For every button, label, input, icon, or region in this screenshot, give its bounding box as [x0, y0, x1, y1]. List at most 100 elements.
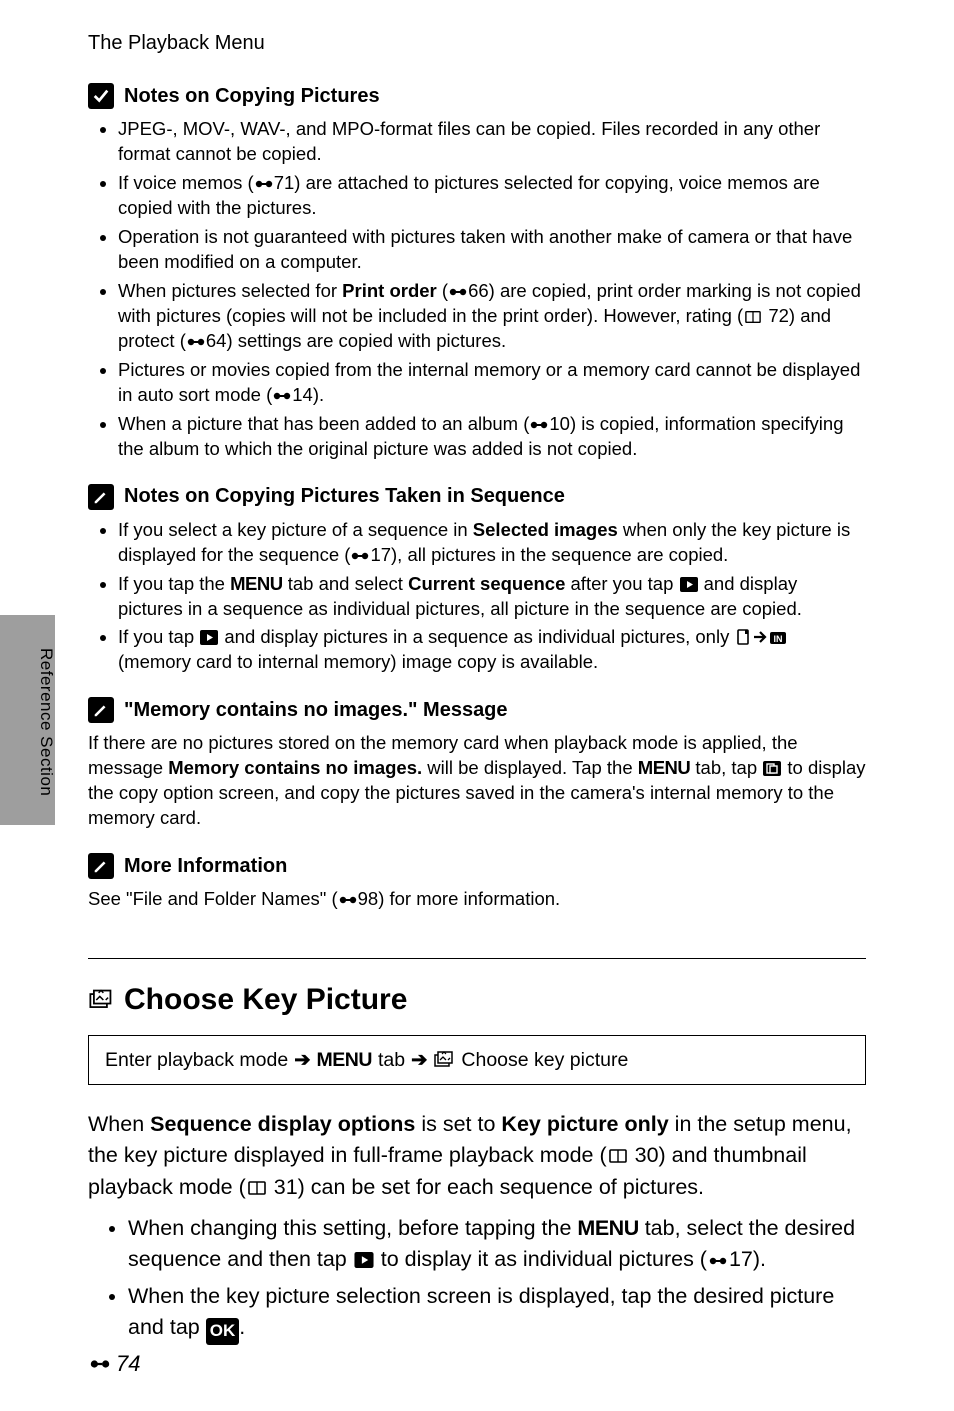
text: . — [239, 1315, 245, 1339]
bold-text: Current sequence — [408, 573, 565, 594]
list-item: JPEG-, MOV-, WAV-, and MPO-format files … — [118, 117, 866, 167]
book-icon — [246, 1179, 268, 1197]
section-title-no-images: "Memory contains no images." Message — [88, 697, 866, 723]
list-item: If you tap and display pictures in a seq… — [118, 625, 866, 675]
text: See "File and Folder Names" ( — [88, 888, 338, 909]
text: Pictures or movies copied from the inter… — [118, 359, 860, 405]
navigation-path-box: Enter playback mode ➔ MENU tab ➔ Choose … — [88, 1035, 866, 1085]
ref-number: 64 — [206, 330, 227, 351]
page: Reference Section The Playback Menu Note… — [0, 0, 954, 1411]
side-section-label: Reference Section — [36, 648, 56, 796]
text: ). — [313, 384, 324, 405]
section-title-more-info: More Information — [88, 853, 866, 879]
bold-text: Sequence display options — [150, 1112, 415, 1136]
text: tab and select — [283, 573, 408, 594]
ref-number: 14 — [292, 384, 313, 405]
text: If you tap — [118, 626, 199, 647]
ref-number: 72 — [768, 305, 789, 326]
list-item: When the key picture selection screen is… — [128, 1281, 866, 1345]
bold-text: Print order — [342, 280, 437, 301]
section-title-sequence: Notes on Copying Pictures Taken in Seque… — [88, 484, 866, 510]
cross-ref-icon — [448, 284, 468, 300]
ok-button-icon: OK — [206, 1318, 240, 1345]
ref-number: 17 — [729, 1247, 753, 1271]
cross-ref-icon — [707, 1253, 729, 1269]
list-item: If you select a key picture of a sequenc… — [118, 518, 866, 568]
list-item: When a picture that has been added to an… — [118, 412, 866, 462]
main-bullet-list: When changing this setting, before tappi… — [88, 1213, 866, 1345]
page-number: 74 — [88, 1351, 140, 1377]
cross-ref-icon — [529, 417, 549, 433]
menu-label: MENU — [230, 573, 282, 594]
ref-number: 31 — [274, 1175, 298, 1199]
text: ), all pictures in the sequence are copi… — [391, 544, 728, 565]
sequence-list: If you select a key picture of a sequenc… — [88, 518, 866, 676]
menu-label: MENU — [638, 757, 690, 778]
page-title-text: Choose Key Picture — [124, 983, 407, 1017]
text: If you select a key picture of a sequenc… — [118, 519, 473, 540]
cross-ref-icon — [186, 334, 206, 350]
text: tab, tap — [690, 757, 762, 778]
text: When changing this setting, before tappi… — [128, 1216, 577, 1240]
note-icon — [88, 484, 114, 510]
text: When — [88, 1112, 150, 1136]
arrow-right-icon: ➔ — [294, 1048, 310, 1072]
bold-text: Key picture only — [501, 1112, 668, 1136]
copy-icon — [762, 760, 782, 777]
ref-number: 30 — [635, 1143, 659, 1167]
internal-memory-icon — [768, 629, 788, 646]
text: to display it as individual pictures ( — [375, 1247, 707, 1271]
page-title: Choose Key Picture — [88, 983, 866, 1017]
bold-text: Selected images — [473, 519, 618, 540]
list-item: When changing this setting, before tappi… — [128, 1213, 866, 1275]
menu-label: MENU — [577, 1216, 638, 1240]
list-item: If you tap the MENU tab and select Curre… — [118, 572, 866, 622]
breadcrumb: The Playback Menu — [88, 32, 866, 55]
arrow-right-icon — [752, 628, 768, 646]
cross-ref-icon — [350, 548, 370, 564]
cross-ref-icon — [88, 1355, 112, 1373]
list-item: Operation is not guaranteed with picture… — [118, 225, 866, 275]
book-icon — [607, 1147, 629, 1165]
page-number-text: 74 — [116, 1351, 140, 1377]
key-picture-icon — [88, 989, 114, 1011]
card-icon — [734, 628, 752, 646]
list-item: Pictures or movies copied from the inter… — [118, 358, 866, 408]
ref-number: 17 — [370, 544, 391, 565]
play-icon — [679, 576, 699, 593]
caution-icon — [88, 83, 114, 109]
cross-ref-icon — [272, 388, 292, 404]
cross-ref-icon — [254, 176, 274, 192]
text: ( — [437, 280, 448, 301]
list-item: When pictures selected for Print order (… — [118, 279, 866, 354]
note-icon — [88, 697, 114, 723]
section-title-notes-copying: Notes on Copying Pictures — [88, 83, 866, 109]
cross-ref-icon — [338, 892, 358, 908]
notes-copying-list: JPEG-, MOV-, WAV-, and MPO-format files … — [88, 117, 866, 462]
section-title-text: More Information — [124, 855, 287, 878]
nav-step: tab — [378, 1049, 405, 1072]
text: (memory card to internal memory) image c… — [118, 651, 598, 672]
text: is set to — [415, 1112, 501, 1136]
text: and display pictures in a sequence as in… — [219, 626, 734, 647]
section-divider — [88, 958, 866, 959]
book-icon — [743, 309, 763, 325]
ref-number: 71 — [274, 172, 295, 193]
note-icon — [88, 853, 114, 879]
text: ) for more information. — [378, 888, 560, 909]
play-icon — [199, 629, 219, 646]
play-icon — [353, 1251, 375, 1269]
text: ) settings are copied with pictures. — [226, 330, 506, 351]
ref-number: 66 — [468, 280, 489, 301]
text: will be displayed. Tap the — [422, 757, 638, 778]
text: When pictures selected for — [118, 280, 342, 301]
list-item: If voice memos (71) are attached to pict… — [118, 171, 866, 221]
text: ). — [753, 1247, 766, 1271]
ref-number: 10 — [549, 413, 570, 434]
main-paragraph: When Sequence display options is set to … — [88, 1109, 866, 1203]
no-images-paragraph: If there are no pictures stored on the m… — [88, 731, 866, 831]
ref-number: 98 — [358, 888, 379, 909]
text: ) can be set for each sequence of pictur… — [298, 1175, 704, 1199]
menu-label: MENU — [317, 1049, 372, 1072]
text: If voice memos ( — [118, 172, 254, 193]
